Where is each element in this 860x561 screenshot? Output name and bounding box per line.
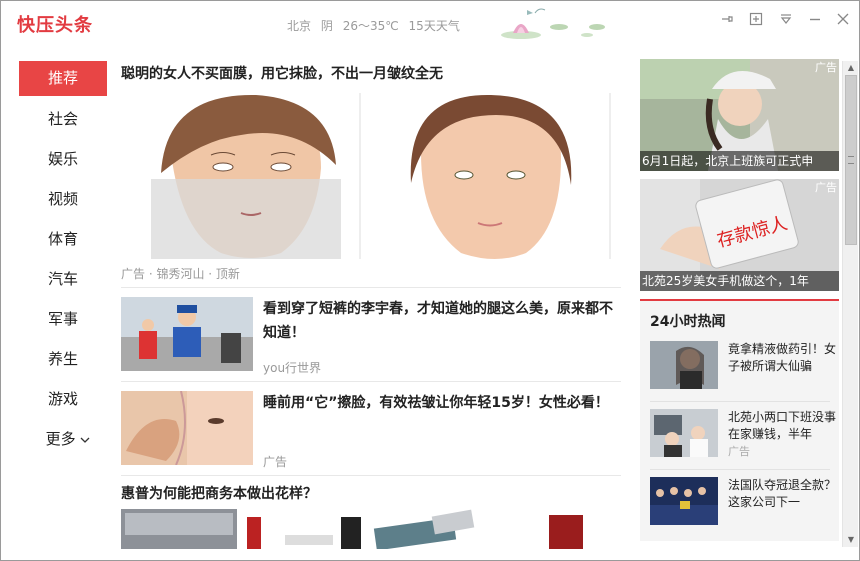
hot-news-item[interactable]: 北苑小两口下班没事在家赚钱，半年 广告 — [650, 409, 836, 469]
scroll-down-icon[interactable]: ▼ — [843, 533, 859, 547]
menu-icon[interactable] — [777, 10, 795, 28]
news-feed: 聪明的女人不买面膜，用它抹脸，不出一月皱纹全无 广告 · 锦秀河山 · 顶新 看… — [121, 63, 621, 549]
nav-item-video[interactable]: 视频 — [19, 181, 107, 221]
news-title-link[interactable]: 看到穿了短裤的李宇春，才知道她的腿这么美，原来都不知道！ — [263, 297, 619, 345]
nav-item-games[interactable]: 游戏 — [19, 381, 107, 421]
divider — [650, 469, 830, 470]
news-thumbnail-image — [121, 297, 253, 371]
app-logo: 快压头条 — [17, 15, 93, 36]
news-source: you行世界 — [263, 361, 322, 375]
hot-news-title: 24小时热闻 — [650, 314, 726, 330]
hot-news-thumbnail — [650, 477, 718, 525]
weather-condition: 阴 — [320, 19, 333, 33]
minimize-icon[interactable] — [806, 10, 824, 28]
nav-item-auto[interactable]: 汽车 — [19, 261, 107, 301]
headline-link[interactable]: 惠普为何能把商务本做出花样？ — [121, 483, 317, 503]
app-window: 快压头条 北京 阴 26～35℃ 15天天气 推荐 社会 娱乐 视频 体育 汽车… — [0, 0, 860, 561]
nav-item-more[interactable]: 更多 — [19, 421, 107, 461]
scroll-grip-icon — [848, 156, 854, 164]
ad-caption: 北苑25岁美女手机做这个，1年 — [640, 271, 839, 291]
ad-card[interactable]: 存款惊人 广告 北苑25岁美女手机做这个，1年 — [640, 179, 839, 291]
vertical-scrollbar[interactable]: ▲ ▼ — [842, 61, 858, 547]
nav-item-entertainment[interactable]: 娱乐 — [19, 141, 107, 181]
nav-item-sports[interactable]: 体育 — [19, 221, 107, 261]
weather-temp: 26～35℃ — [342, 19, 399, 33]
nav-item-recommend[interactable]: 推荐 — [19, 61, 107, 96]
lotus-decoration-icon — [501, 8, 605, 39]
face-comparison-image[interactable] — [131, 93, 611, 259]
hot-news-text: 竟拿精液做药引！女子被所谓大仙骗 — [728, 342, 837, 373]
hot-news-panel: 24小时热闻 竟拿精液做药引！女子被所谓大仙骗 北苑小两口下班没事在家赚钱，半年… — [640, 301, 839, 541]
laptop-gallery-image[interactable] — [121, 509, 621, 549]
nav-more-label: 更多 — [45, 430, 76, 448]
pin-icon[interactable] — [718, 10, 736, 28]
category-nav: 推荐 社会 娱乐 视频 体育 汽车 军事 养生 游戏 更多 — [19, 61, 107, 461]
list-item[interactable]: 睡前用“它”擦脸，有效祛皱让你年轻15岁！女性必看！ 广告 — [121, 391, 621, 477]
ad-tag: 广告 — [815, 61, 837, 74]
hot-news-item[interactable]: 法国队夺冠退全款？这家公司下一 — [650, 477, 836, 537]
headline-link[interactable]: 聪明的女人不买面膜，用它抹脸，不出一月皱纹全无 — [121, 63, 621, 85]
divider — [121, 287, 621, 288]
list-item[interactable]: 看到穿了短裤的李宇春，才知道她的腿这么美，原来都不知道！ you行世界 — [121, 297, 621, 383]
scroll-thumb[interactable] — [845, 75, 857, 245]
nav-item-military[interactable]: 军事 — [19, 301, 107, 341]
headline-meta: 广告 · 锦秀河山 · 顶新 — [121, 267, 240, 281]
close-icon[interactable] — [834, 10, 852, 28]
divider — [121, 381, 621, 382]
divider — [650, 401, 830, 402]
scroll-up-icon[interactable]: ▲ — [843, 61, 859, 75]
news-title-link[interactable]: 睡前用“它”擦脸，有效祛皱让你年轻15岁！女性必看！ — [263, 391, 619, 415]
hot-news-source: 广告 — [728, 445, 750, 458]
weather-city: 北京 — [287, 19, 312, 33]
divider — [121, 475, 621, 476]
chevron-down-icon — [80, 437, 90, 443]
weather-forecast-link[interactable]: 15天天气 — [409, 19, 460, 33]
hot-news-text: 法国队夺冠退全款？这家公司下一 — [728, 478, 837, 509]
restore-icon[interactable] — [747, 10, 765, 28]
hot-news-thumbnail — [650, 341, 718, 389]
hot-news-item[interactable]: 竟拿精液做药引！女子被所谓大仙骗 — [650, 341, 836, 401]
news-source: 广告 — [263, 455, 288, 469]
weather-widget[interactable]: 北京 阴 26～35℃ 15天天气 — [287, 17, 466, 34]
title-bar: 快压头条 北京 阴 26～35℃ 15天天气 — [1, 1, 859, 43]
nav-item-society[interactable]: 社会 — [19, 101, 107, 141]
nav-item-health[interactable]: 养生 — [19, 341, 107, 381]
hot-news-text: 北苑小两口下班没事在家赚钱，半年 — [728, 410, 837, 441]
ad-caption: 6月1日起，北京上班族可正式申 — [640, 151, 839, 171]
hot-news-thumbnail — [650, 409, 718, 457]
ad-tag: 广告 — [815, 181, 837, 194]
news-thumbnail-image — [121, 391, 253, 465]
ad-card[interactable]: 广告 6月1日起，北京上班族可正式申 — [640, 59, 839, 171]
